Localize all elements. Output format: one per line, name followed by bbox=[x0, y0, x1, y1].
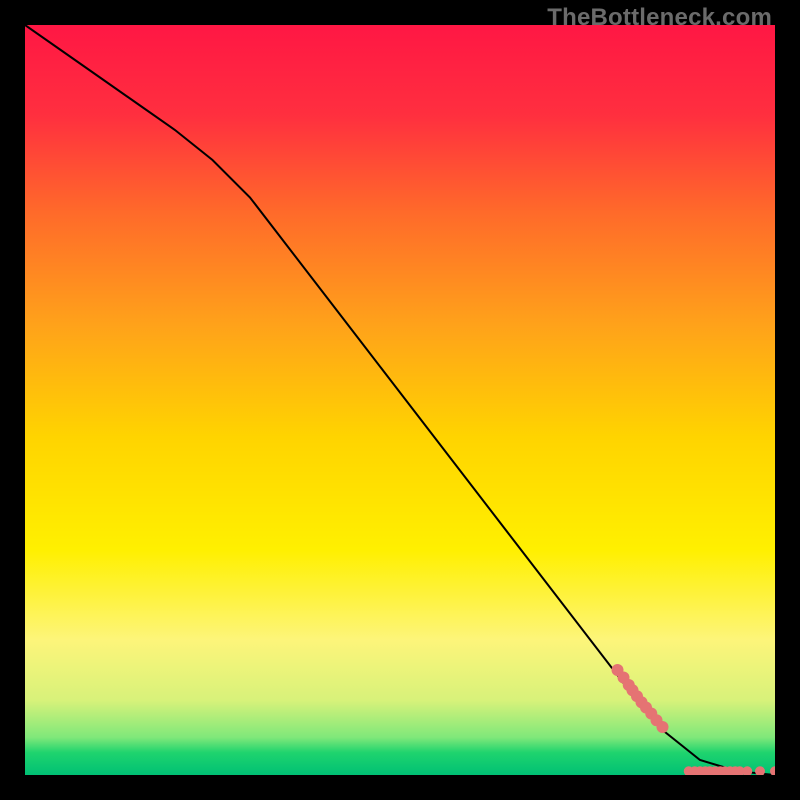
chart-frame: TheBottleneck.com bbox=[0, 0, 800, 800]
chart-background bbox=[25, 25, 775, 775]
data-point bbox=[657, 721, 669, 733]
chart-plot bbox=[25, 25, 775, 775]
